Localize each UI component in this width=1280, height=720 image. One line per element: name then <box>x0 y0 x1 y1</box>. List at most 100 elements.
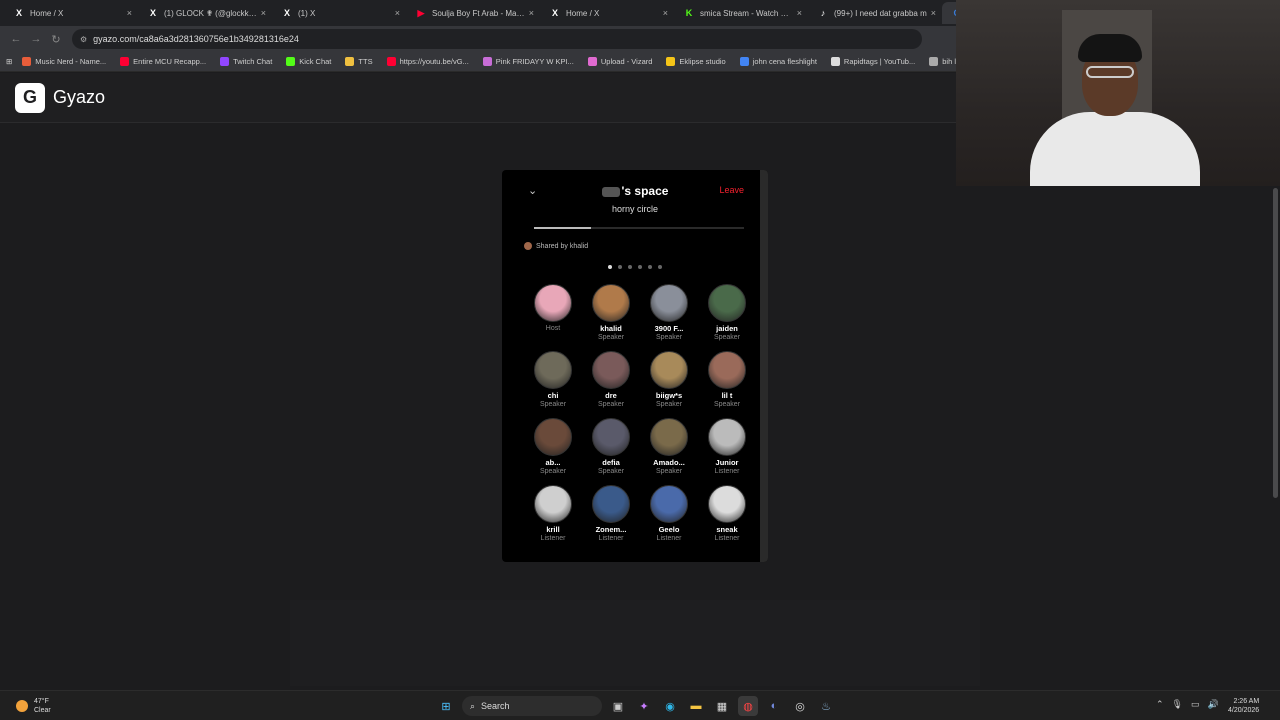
chrome-icon[interactable]: ◍ <box>738 696 758 716</box>
steam-icon[interactable]: ♨ <box>816 696 836 716</box>
participant[interactable]: khalid Speaker <box>582 284 640 341</box>
start-icon[interactable]: ⊞ <box>436 696 456 716</box>
taskbar-clock[interactable]: 2:26 AM 4/20/2026 <box>1228 697 1259 715</box>
store-icon[interactable]: ▦ <box>712 696 732 716</box>
bookmark-item[interactable]: Eklipse studio <box>666 57 726 66</box>
participant[interactable]: Amado... Speaker <box>640 418 698 475</box>
back-icon[interactable]: ← <box>6 33 26 45</box>
participant-name: dre <box>605 391 617 400</box>
scrollbar-thumb[interactable] <box>1273 188 1278 498</box>
bookmark-icon <box>739 57 749 66</box>
gyazo-logo-text[interactable]: Gyazo <box>53 87 105 108</box>
participant-avatar <box>534 351 572 389</box>
participant-name: chi <box>547 391 559 400</box>
webcam-person-glasses <box>1086 66 1134 78</box>
page-scrollbar[interactable] <box>1272 186 1280 690</box>
participant-name: Junior <box>715 458 739 467</box>
browser-tab[interactable]: ♪ (99+) I need dat grabba m × <box>808 2 942 24</box>
participant[interactable]: ab... Speaker <box>524 418 582 475</box>
participant[interactable]: lil t Speaker <box>698 351 756 408</box>
participant[interactable]: chi Speaker <box>524 351 582 408</box>
participant[interactable]: 3900 F... Speaker <box>640 284 698 341</box>
bookmark-item[interactable]: https://youtu.be/vG... <box>386 57 469 66</box>
discord-icon[interactable]: ◐ <box>764 696 784 716</box>
browser-tab[interactable]: Ksmica Stream - Watch Live × <box>674 2 808 24</box>
clock-time: 2:26 AM <box>1233 698 1260 705</box>
edge-icon[interactable]: ◉ <box>660 696 680 716</box>
tab-close-icon[interactable]: × <box>931 8 936 18</box>
gyazo-logo-icon[interactable]: G <box>15 82 45 113</box>
bookmark-item[interactable]: john cena fleshlight <box>739 57 817 66</box>
bookmark-item[interactable]: Twitch Chat <box>220 57 272 66</box>
obs-icon[interactable]: ◎ <box>790 696 810 716</box>
participant-role: Listener <box>540 535 566 542</box>
bookmark-item[interactable]: TTS <box>345 57 373 66</box>
participant-name: 3900 F... <box>654 324 684 333</box>
browser-tab[interactable]: X (1) X × <box>272 2 406 24</box>
tab-close-icon[interactable]: × <box>663 8 668 18</box>
apps-icon[interactable]: ⊞ <box>6 57 12 66</box>
forward-icon[interactable]: → <box>26 33 46 45</box>
site-info-icon[interactable]: ⚙ <box>80 35 87 44</box>
weather-icon <box>16 700 28 712</box>
participant[interactable]: Zonem... Listener <box>582 485 640 542</box>
participant-name: lil t <box>721 391 733 400</box>
bookmark-item[interactable]: Entire MCU Recapp... <box>120 57 206 66</box>
browser-tab[interactable]: X Home / X × <box>4 2 138 24</box>
url-field[interactable]: ⚙ gyazo.com/ca8a6a3d281360756e1b34928131… <box>72 29 922 49</box>
search-icon: ⌕ <box>470 700 476 711</box>
participant[interactable]: Geelo Listener <box>640 485 698 542</box>
file-explorer-icon[interactable]: ▬ <box>686 696 706 716</box>
task-view-icon[interactable]: ▣ <box>608 696 628 716</box>
bookmark-item[interactable]: Pink FRIDAYY W KPI... <box>482 57 574 66</box>
page-dot <box>638 265 642 269</box>
tab-close-icon[interactable]: × <box>529 8 534 18</box>
leave-button[interactable]: Leave <box>719 185 744 195</box>
participant-avatar <box>534 418 572 456</box>
browser-tab[interactable]: X Home / X × <box>540 2 674 24</box>
browser-tab[interactable]: ▶ Soulja Boy Ft Arab - Mans × <box>406 2 540 24</box>
participant-avatar <box>534 284 572 322</box>
participant[interactable]: Junior Listener <box>698 418 756 475</box>
taskbar-search[interactable]: ⌕ Search <box>462 696 602 716</box>
participant[interactable]: Host <box>524 284 582 341</box>
bookmark-item[interactable]: Music Nerd - Name... <box>22 57 106 66</box>
participant-role: Listener <box>714 468 740 475</box>
participant[interactable]: dre Speaker <box>582 351 640 408</box>
tab-title: (1) GLOCK ✟ (@glockk1tty <box>164 8 257 18</box>
participant[interactable]: krill Listener <box>524 485 582 542</box>
bookmark-item[interactable]: Upload - Vizard <box>587 57 652 66</box>
space-subtitle: horny circle <box>611 204 658 214</box>
bookmark-item[interactable]: Rapidtags | YouTub... <box>830 57 915 66</box>
webcam-overlay <box>956 0 1280 186</box>
tab-close-icon[interactable]: × <box>797 8 802 18</box>
participant[interactable]: defia Speaker <box>582 418 640 475</box>
page-dot <box>628 265 632 269</box>
participant[interactable]: jaiden Speaker <box>698 284 756 341</box>
volume-icon[interactable]: 🔊 <box>1208 699 1219 710</box>
system-tray: ⌃ 🎙 ▭ 🔊 <box>1156 699 1219 710</box>
browser-tab[interactable]: X (1) GLOCK ✟ (@glockk1tty × <box>138 2 272 24</box>
tab-close-icon[interactable]: × <box>395 8 400 18</box>
bookmark-icon <box>286 57 296 66</box>
bookmark-icon <box>386 57 396 66</box>
tray-chevron-up-icon[interactable]: ⌃ <box>1156 699 1164 710</box>
reload-icon[interactable]: ↻ <box>46 33 66 46</box>
participant-role: Speaker <box>655 401 683 408</box>
bookmark-label: TTS <box>358 57 373 66</box>
copilot-icon[interactable]: ✦ <box>634 696 654 716</box>
bookmark-label: Pink FRIDAYY W KPI... <box>495 57 574 66</box>
participant-name: jaiden <box>716 324 738 333</box>
microphone-icon[interactable]: 🎙 <box>1172 699 1183 710</box>
participant[interactable]: biigw*s Speaker <box>640 351 698 408</box>
network-icon[interactable]: ▭ <box>1191 699 1200 710</box>
bookmark-item[interactable]: Kick Chat <box>286 57 331 66</box>
weather-widget[interactable]: 47°F Clear <box>16 697 51 715</box>
participant-role: Speaker <box>713 334 741 341</box>
participant-role: Speaker <box>597 334 625 341</box>
bookmark-label: https://youtu.be/vG... <box>399 57 469 66</box>
bookmark-label: Twitch Chat <box>233 57 273 66</box>
tab-close-icon[interactable]: × <box>261 8 266 18</box>
participant[interactable]: sneak Listener <box>698 485 756 542</box>
tab-close-icon[interactable]: × <box>127 8 132 18</box>
